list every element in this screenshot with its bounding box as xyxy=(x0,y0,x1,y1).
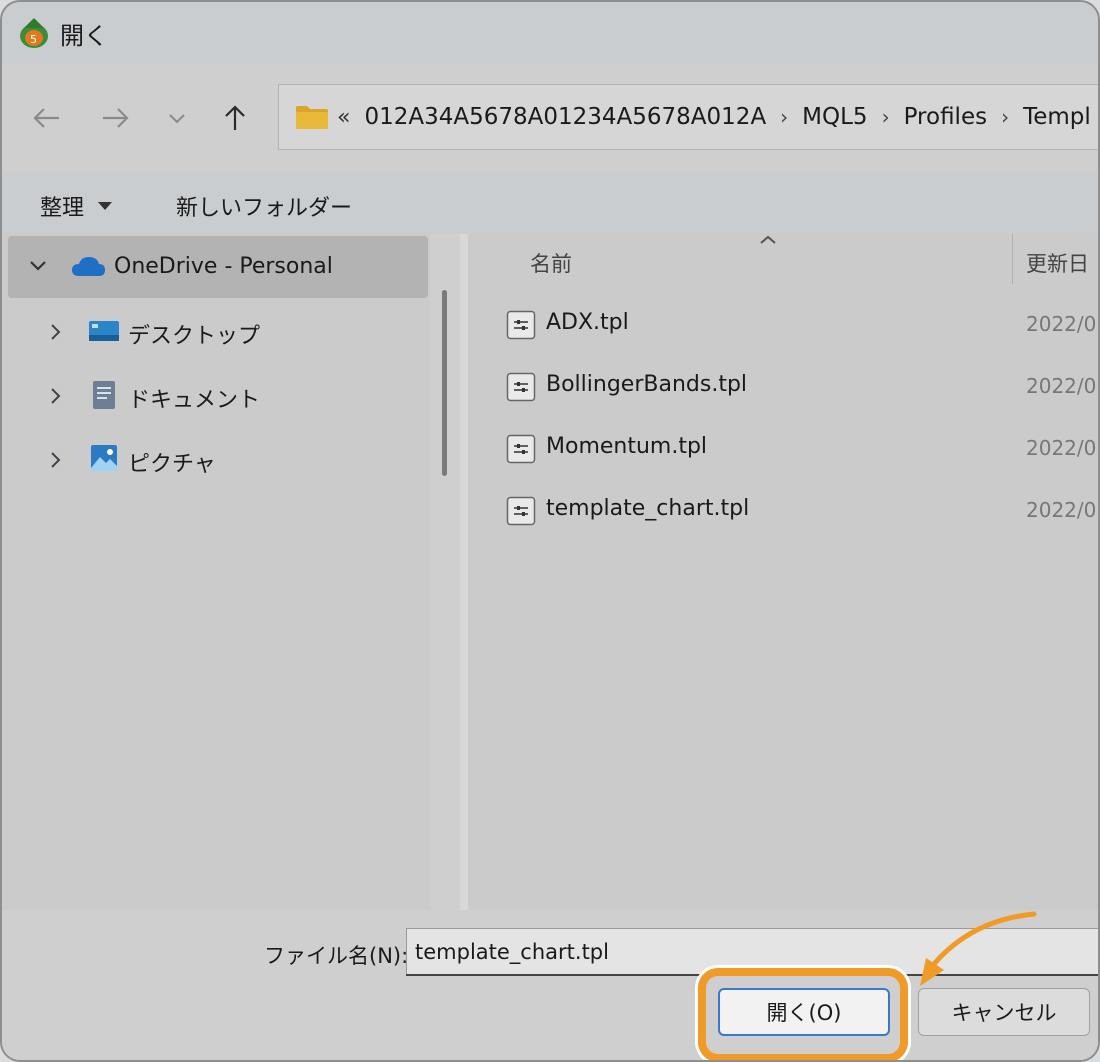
chevron-right-icon[interactable] xyxy=(48,450,62,470)
arrow-up-icon xyxy=(225,105,245,130)
tree-item-pictures[interactable]: ピクチャ xyxy=(8,428,428,490)
address-segment[interactable]: 012A34A5678A01234A5678A012A xyxy=(364,104,766,130)
template-file-icon xyxy=(506,434,536,464)
tree-item-label: デスクトップ xyxy=(128,324,261,349)
tree-item-label: ピクチャ xyxy=(128,452,216,477)
open-button[interactable]: 開く(O) xyxy=(718,988,890,1036)
organize-menu-button[interactable]: 整理 xyxy=(40,190,113,222)
file-list: 名前 更新日 ADX.tpl 2022/03 BollingerBands.tp… xyxy=(468,234,1098,910)
template-file-icon xyxy=(506,372,536,402)
title-bar: 5 開く xyxy=(2,2,1098,64)
tree-item-label: ドキュメント xyxy=(128,388,261,413)
back-button[interactable] xyxy=(30,102,62,134)
file-date: 2022/03 xyxy=(1026,498,1098,522)
chevron-right-icon[interactable] xyxy=(48,386,62,406)
sort-ascending-icon xyxy=(760,235,776,244)
onedrive-cloud-icon xyxy=(72,257,105,276)
address-bar[interactable]: « 012A34A5678A01234A5678A012A › MQL5 › P… xyxy=(278,84,1098,150)
arrow-right-icon xyxy=(103,108,129,128)
pane-divider[interactable] xyxy=(460,234,468,910)
tree-item-label: OneDrive - Personal xyxy=(114,254,333,279)
organize-label: 整理 xyxy=(40,196,85,221)
file-row[interactable]: BollingerBands.tpl 2022/03 xyxy=(468,360,1098,416)
pictures-icon xyxy=(91,445,117,471)
file-date: 2022/03 xyxy=(1026,374,1098,398)
arrow-left-icon xyxy=(33,108,59,128)
column-divider[interactable] xyxy=(1012,234,1013,284)
file-row[interactable]: ADX.tpl 2022/03 xyxy=(468,298,1098,354)
up-button[interactable] xyxy=(220,102,250,134)
file-row[interactable]: template_chart.tpl 2022/03 xyxy=(468,484,1098,540)
address-segment[interactable]: Profiles xyxy=(904,104,988,130)
file-date: 2022/03 xyxy=(1026,312,1098,336)
filename-label: ファイル名(N): xyxy=(264,944,409,968)
caret-down-icon xyxy=(98,202,113,210)
sidebar-scrollbar[interactable] xyxy=(442,290,447,476)
address-separator[interactable]: › xyxy=(882,105,890,129)
chevron-right-icon[interactable] xyxy=(48,322,62,342)
tree-item-onedrive[interactable]: OneDrive - Personal xyxy=(8,236,428,298)
file-date: 2022/03 xyxy=(1026,436,1098,460)
navigation-bar: « 012A34A5678A01234A5678A012A › MQL5 › P… xyxy=(2,64,1098,172)
tree-item-documents[interactable]: ドキュメント xyxy=(8,364,428,426)
column-header-date[interactable]: 更新日 xyxy=(1026,248,1089,278)
recent-locations-button[interactable] xyxy=(164,102,190,134)
column-header-name[interactable]: 名前 xyxy=(530,248,572,278)
file-name: Momentum.tpl xyxy=(546,434,708,459)
address-separator[interactable]: › xyxy=(1001,105,1009,129)
svg-text:5: 5 xyxy=(30,33,37,46)
documents-icon xyxy=(93,381,115,409)
navigation-pane: OneDrive - Personal デスクトップ ドキュメント ピクチャ xyxy=(2,234,430,910)
folder-icon xyxy=(296,106,328,129)
chevron-down-icon[interactable] xyxy=(28,258,48,274)
address-separator[interactable]: › xyxy=(780,105,788,129)
file-name: template_chart.tpl xyxy=(546,496,750,521)
template-file-icon xyxy=(506,496,536,526)
chevron-down-icon xyxy=(169,114,185,124)
file-row[interactable]: Momentum.tpl 2022/03 xyxy=(468,422,1098,478)
address-segment[interactable]: MQL5 xyxy=(802,104,867,130)
pointer-arrow-annotation xyxy=(920,911,1037,986)
desktop-icon xyxy=(89,321,119,341)
forward-button[interactable] xyxy=(100,102,132,134)
command-bar: 整理 新しいフォルダー xyxy=(2,172,1098,234)
template-file-icon xyxy=(506,310,536,340)
new-folder-button[interactable]: 新しいフォルダー xyxy=(176,190,352,222)
window-title: 開く xyxy=(60,22,108,50)
address-segment[interactable]: Templ xyxy=(1023,104,1091,130)
open-file-dialog: 5 開く « 012A34A5678A01234A5678A012A › MQL… xyxy=(0,0,1100,1062)
file-name: ADX.tpl xyxy=(546,310,629,335)
metatrader-app-icon: 5 xyxy=(20,18,48,48)
tree-item-desktop[interactable]: デスクトップ xyxy=(8,300,428,362)
file-name: BollingerBands.tpl xyxy=(546,372,748,397)
address-overflow-marker[interactable]: « xyxy=(337,105,350,130)
